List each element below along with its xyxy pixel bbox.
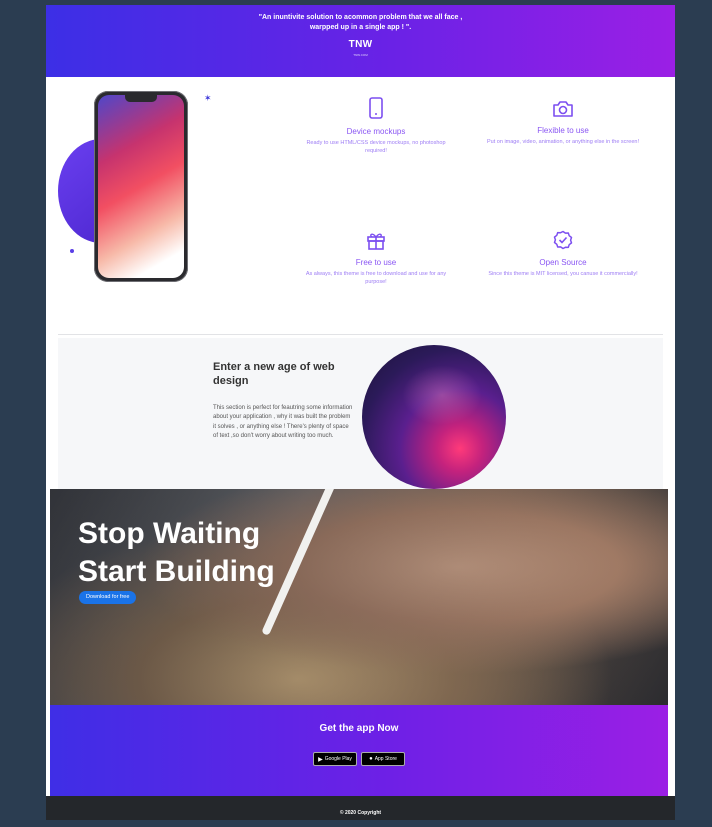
feature-description: Ready to use HTML/CSS device mockups, no… [306, 140, 446, 154]
feature-flexible: Flexible to use Put on image, video, ani… [473, 100, 653, 146]
feature-description: Put on image, video, animation, or anyth… [487, 139, 639, 145]
feature-description: Since this theme is MIT licensed, you ca… [488, 271, 638, 277]
app-store-label: App Store [374, 756, 397, 762]
feature-title: Free to use [355, 258, 397, 267]
landing-page: "An inuntivite solution to acommon probl… [46, 5, 675, 820]
about-text: This section is perfect for feautring so… [213, 405, 353, 440]
app-store-badge[interactable]: ● App Store [361, 752, 405, 766]
google-play-badge[interactable]: ▶ Google Play [313, 752, 357, 766]
feature-title: Open Source [539, 258, 587, 267]
testimonial-quote: "An inuntivite solution to acommon probl… [258, 14, 463, 31]
phone-mockup [94, 91, 188, 282]
features-section: ✶ Device mockups Ready to use HTML/CSS d… [58, 77, 663, 335]
download-button[interactable]: Download for free [79, 591, 137, 604]
sparkle-icon: ✶ [204, 93, 212, 103]
play-icon: ▶ [318, 756, 323, 763]
decorative-dot [70, 249, 74, 253]
hero-section: Stop Waiting Start Building Download for… [50, 489, 668, 705]
get-app-section: Get the app Now ▶ Google Play ● App Stor… [50, 705, 668, 796]
about-title: Enter a new age of web design [213, 361, 335, 387]
get-app-title: Get the app Now [319, 723, 399, 734]
hero-title-line-2: Start Building [78, 555, 275, 588]
feature-title: Flexible to use [537, 126, 589, 135]
camera-icon [553, 101, 573, 117]
copyright-text: © 2020 Copyright [339, 810, 382, 816]
phone-icon [369, 97, 383, 119]
footer: © 2020 Copyright [46, 796, 675, 820]
feature-free: Free to use As always, this theme is fre… [286, 230, 466, 286]
testimonial-source-url: TNW.COM [353, 53, 368, 57]
abstract-art-image [362, 345, 506, 489]
hero-title-line-1: Stop Waiting [78, 517, 261, 550]
phone-screen [98, 95, 184, 278]
feature-open-source: Open Source Since this theme is MIT lice… [473, 230, 653, 278]
badge-check-icon [553, 230, 573, 250]
store-badges: ▶ Google Play ● App Store [50, 752, 668, 766]
testimonial-band: "An inuntivite solution to acommon probl… [46, 5, 675, 77]
feature-device-mockups: Device mockups Ready to use HTML/CSS dev… [286, 97, 466, 155]
apple-icon: ● [369, 756, 373, 762]
feature-description: As always, this theme is free to downloa… [305, 271, 447, 285]
phone-notch [125, 95, 157, 102]
about-section: Enter a new age of web design This secti… [58, 338, 663, 496]
gift-icon [367, 233, 385, 250]
google-play-label: Google Play [324, 756, 352, 762]
hero-title: Stop Waiting Start Building [78, 515, 275, 591]
feature-title: Device mockups [346, 127, 406, 136]
testimonial-source: TNW [348, 39, 373, 50]
